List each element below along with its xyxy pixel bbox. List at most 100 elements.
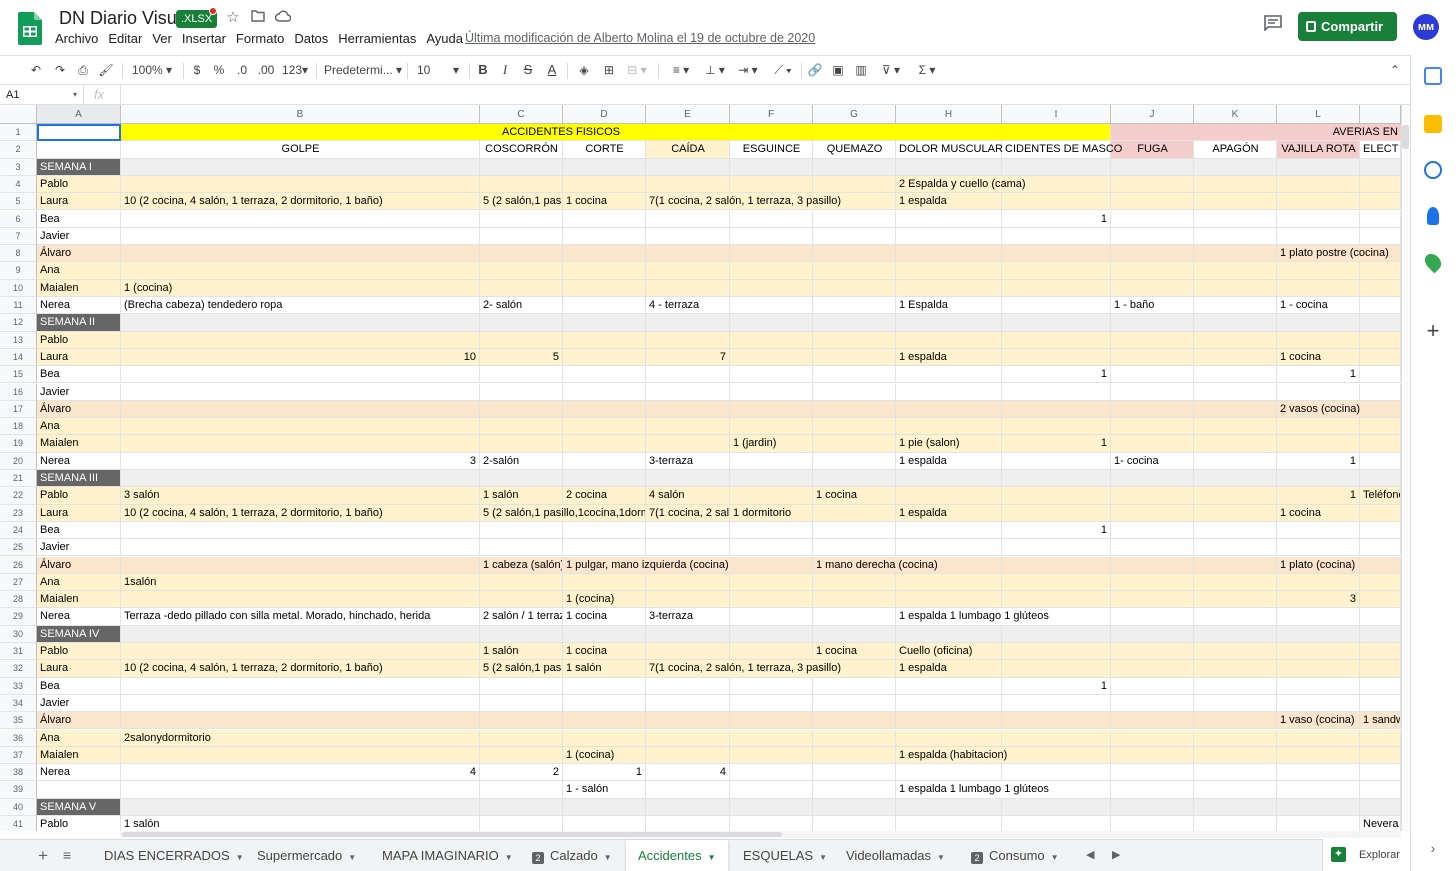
keep-icon[interactable]: [1424, 115, 1442, 133]
borders-icon[interactable]: ⊞: [600, 60, 618, 80]
document-title[interactable]: DN Diario Visual: [59, 8, 191, 29]
cell-j25[interactable]: [1111, 539, 1194, 557]
cell-g10[interactable]: [813, 279, 896, 297]
cell-e13[interactable]: [646, 331, 730, 349]
cell-l24[interactable]: [1277, 521, 1360, 540]
cell-a37[interactable]: Maialen: [37, 746, 121, 765]
cell-m35[interactable]: 1 sandwichera: [1360, 712, 1401, 730]
cell-i8[interactable]: [1002, 245, 1111, 263]
cell-e32[interactable]: 7(1 cocina, 2 salón, 1 terraza, 3 pasill…: [646, 660, 896, 678]
cell-a36[interactable]: Ana: [37, 729, 121, 747]
cell-d4[interactable]: [563, 175, 646, 194]
cell-b27[interactable]: 1salón: [121, 573, 480, 592]
cell-k9[interactable]: [1194, 262, 1277, 280]
cell-f24[interactable]: [730, 521, 813, 540]
cell-c23[interactable]: 5 (2 salón,1 pasillo,1cocina,1dormitorio…: [480, 504, 646, 522]
cell-i9[interactable]: [1002, 262, 1111, 280]
menu-datos[interactable]: Datos: [290, 31, 332, 46]
decrease-decimal-button[interactable]: .0: [233, 60, 251, 80]
cell-m36[interactable]: [1360, 729, 1401, 747]
cell-j10[interactable]: [1111, 279, 1194, 297]
cell-h19[interactable]: 1 pie (salon): [896, 435, 1002, 453]
cell-h23[interactable]: 1 espalda: [896, 504, 1002, 522]
cell-h20[interactable]: 1 espalda: [896, 452, 1002, 470]
cell-l15[interactable]: 1: [1277, 366, 1360, 384]
cell-b13[interactable]: [121, 331, 480, 349]
cell-l36[interactable]: [1277, 729, 1360, 747]
cell-j37[interactable]: [1111, 746, 1194, 765]
sheet-tab[interactable]: MAPA IMAGINARIO ▼: [370, 840, 525, 871]
cell-c12[interactable]: [480, 314, 563, 332]
cell-g19[interactable]: [813, 435, 896, 453]
cell-i7[interactable]: [1002, 227, 1111, 246]
functions-icon[interactable]: Σ ▾: [914, 60, 940, 80]
row-header[interactable]: 11: [0, 297, 37, 315]
italic-icon[interactable]: I: [497, 60, 513, 80]
cell-g3[interactable]: [813, 158, 896, 176]
column-header[interactable]: F: [730, 105, 813, 124]
cell-j34[interactable]: [1111, 694, 1194, 713]
cell-m38[interactable]: [1360, 764, 1401, 782]
cell-i24[interactable]: 1: [1002, 521, 1111, 540]
cell-k7[interactable]: [1194, 227, 1277, 246]
cell-e10[interactable]: [646, 279, 730, 297]
cell-h4[interactable]: 2 Espalda y cuello (cama): [896, 175, 1111, 194]
menu-ver[interactable]: Ver: [148, 31, 176, 46]
cell-c38[interactable]: 2: [480, 764, 563, 782]
cell-c17[interactable]: [480, 400, 563, 419]
cell-m30[interactable]: [1360, 625, 1401, 643]
row-header[interactable]: 9: [0, 262, 37, 280]
sheet-tab[interactable]: 2 Consumo ▼: [959, 840, 1071, 871]
cell-b10[interactable]: 1 (cocina): [121, 279, 480, 297]
cell-j20[interactable]: 1- cocina: [1111, 452, 1194, 470]
cell-j26[interactable]: [1111, 556, 1194, 574]
cell-k27[interactable]: [1194, 573, 1277, 592]
text-wrap-icon[interactable]: ⇥ ▾: [735, 60, 761, 80]
column-header[interactable]: G: [813, 105, 896, 124]
cell-c6[interactable]: [480, 210, 563, 228]
cell-b29[interactable]: Terraza -dedo pillado con silla metal. M…: [121, 608, 480, 626]
column-header[interactable]: E: [646, 105, 730, 124]
cell-h5[interactable]: 1 espalda: [896, 193, 1002, 211]
cell-g41[interactable]: [813, 816, 896, 831]
cell-g35[interactable]: [813, 712, 896, 730]
cell-g8[interactable]: [813, 245, 896, 263]
row-header[interactable]: 7: [0, 227, 37, 246]
cell-d17[interactable]: [563, 400, 646, 419]
cell-j28[interactable]: [1111, 591, 1194, 609]
cell-g15[interactable]: [813, 366, 896, 384]
column-header[interactable]: I: [1002, 105, 1111, 124]
cell-k24[interactable]: [1194, 521, 1277, 540]
cell-i36[interactable]: [1002, 729, 1111, 747]
cell-m28[interactable]: [1360, 591, 1401, 609]
tasks-icon[interactable]: [1424, 161, 1442, 179]
cell-d28[interactable]: 1 (cocina): [563, 591, 646, 609]
cell-j17[interactable]: [1111, 400, 1194, 419]
cell-e5[interactable]: 7(1 cocina, 2 salón, 1 terraza, 3 pasill…: [646, 193, 896, 211]
cell-f6[interactable]: [730, 210, 813, 228]
cell-j5[interactable]: [1111, 193, 1194, 211]
cell-b40[interactable]: [121, 798, 480, 816]
more-formats-select[interactable]: 123▾: [280, 60, 310, 80]
row-header[interactable]: 13: [0, 331, 37, 349]
cell-l25[interactable]: [1277, 539, 1360, 557]
cell-i10[interactable]: [1002, 279, 1111, 297]
text-rotation-icon[interactable]: ⟋ ▾: [770, 60, 796, 80]
cell-m37[interactable]: [1360, 746, 1401, 765]
currency-format-button[interactable]: $: [190, 60, 204, 80]
row-header[interactable]: 15: [0, 366, 37, 384]
cell-a41[interactable]: Pablo: [37, 816, 121, 831]
cell-m22[interactable]: Teléfono: [1360, 487, 1401, 505]
redo-icon[interactable]: ↷: [51, 60, 69, 80]
cell-l28[interactable]: 3: [1277, 591, 1360, 609]
cell-g16[interactable]: [813, 383, 896, 401]
cell-i1[interactable]: [1002, 124, 1111, 142]
cell-d6[interactable]: [563, 210, 646, 228]
cell-f30[interactable]: [730, 625, 813, 643]
cell-e38[interactable]: 4: [646, 764, 730, 782]
cell-d34[interactable]: [563, 694, 646, 713]
cell-g30[interactable]: [813, 625, 896, 643]
cell-h34[interactable]: [896, 694, 1002, 713]
cell-a20[interactable]: Nerea: [37, 452, 121, 470]
cell-a18[interactable]: Ana: [37, 418, 121, 436]
